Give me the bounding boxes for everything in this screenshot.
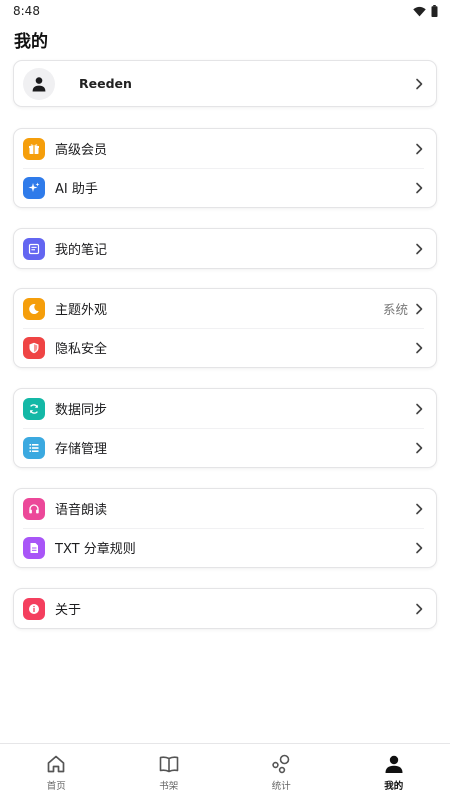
- info-icon: [23, 597, 45, 620]
- avatar: [23, 67, 55, 100]
- settings-group-notes: 我的笔记: [13, 228, 437, 269]
- menu-item-label: 高级会员: [55, 143, 108, 158]
- chevron-right-icon: [416, 342, 423, 353]
- chevron-right-icon: [416, 182, 423, 193]
- status-icons: [413, 5, 438, 17]
- menu-item-label: TXT 分章规则: [55, 542, 136, 557]
- menu-item-ai-assistant[interactable]: AI 助手: [14, 168, 436, 207]
- home-icon: [47, 755, 65, 773]
- gift-icon: [23, 137, 45, 160]
- menu-item-label: 关于: [55, 603, 82, 618]
- menu-item-label: 我的笔记: [55, 243, 108, 258]
- nav-label: 我的: [384, 781, 404, 792]
- menu-item-label: 主题外观: [55, 303, 108, 318]
- menu-item-about[interactable]: 关于: [14, 589, 436, 628]
- menu-item-label: 数据同步: [55, 403, 108, 418]
- nav-label: 首页: [46, 781, 66, 792]
- file-icon: [23, 536, 45, 559]
- chevron-right-icon: [416, 403, 423, 414]
- headphones-icon: [23, 497, 45, 520]
- chevron-right-icon: [416, 243, 423, 254]
- settings-group-membership: 高级会员 AI 助手: [13, 128, 437, 208]
- book-icon: [159, 756, 179, 773]
- chevron-right-icon: [416, 503, 423, 514]
- menu-item-my-notes[interactable]: 我的笔记: [14, 229, 436, 268]
- chevron-right-icon: [416, 303, 423, 314]
- sync-icon: [23, 397, 45, 420]
- nav-item-profile[interactable]: 我的: [338, 744, 450, 800]
- nav-label: 书架: [159, 781, 179, 792]
- profile-row[interactable]: Reeden: [14, 61, 436, 106]
- chevron-right-icon: [416, 542, 423, 553]
- battery-icon: [431, 5, 438, 17]
- status-time: 8:48: [13, 4, 40, 18]
- settings-group-appearance: 主题外观 系统 隐私安全: [13, 288, 437, 368]
- chevron-right-icon: [416, 143, 423, 154]
- chevron-right-icon: [416, 78, 423, 89]
- menu-item-txt-rules[interactable]: TXT 分章规则: [14, 528, 436, 567]
- note-icon: [23, 237, 45, 260]
- list-icon: [23, 436, 45, 459]
- menu-item-label: AI 助手: [55, 182, 98, 197]
- menu-item-theme[interactable]: 主题外观 系统: [14, 289, 436, 328]
- menu-item-tts[interactable]: 语音朗读: [14, 489, 436, 528]
- nav-item-home[interactable]: 首页: [0, 744, 113, 800]
- status-bar: 8:48: [0, 0, 450, 22]
- nav-label: 统计: [271, 781, 291, 792]
- person-icon: [32, 76, 46, 91]
- moon-icon: [23, 297, 45, 320]
- profile-name: Reeden: [79, 76, 132, 91]
- menu-item-premium[interactable]: 高级会员: [14, 129, 436, 168]
- menu-item-privacy[interactable]: 隐私安全: [14, 328, 436, 367]
- bottom-nav: 首页 书架 统计 我的: [0, 743, 450, 800]
- page-title: 我的: [14, 32, 48, 52]
- sparkle-icon: [23, 176, 45, 199]
- settings-group-about: 关于: [13, 588, 437, 629]
- menu-item-storage[interactable]: 存储管理: [14, 428, 436, 467]
- settings-group-reading: 语音朗读 TXT 分章规则: [13, 488, 437, 568]
- profile-icon: [385, 755, 403, 773]
- menu-item-label: 语音朗读: [55, 503, 108, 518]
- chevron-right-icon: [416, 442, 423, 453]
- settings-group-data: 数据同步 存储管理: [13, 388, 437, 468]
- theme-value: 系统: [382, 302, 408, 317]
- profile-card[interactable]: Reeden: [13, 60, 437, 107]
- wifi-icon: [413, 6, 426, 16]
- nav-item-bookshelf[interactable]: 书架: [113, 744, 226, 800]
- menu-item-label: 隐私安全: [55, 342, 108, 357]
- chevron-right-icon: [416, 603, 423, 614]
- stats-icon: [272, 754, 290, 774]
- menu-item-sync[interactable]: 数据同步: [14, 389, 436, 428]
- nav-item-stats[interactable]: 统计: [225, 744, 338, 800]
- menu-item-label: 存储管理: [55, 442, 108, 457]
- shield-icon: [23, 336, 45, 359]
